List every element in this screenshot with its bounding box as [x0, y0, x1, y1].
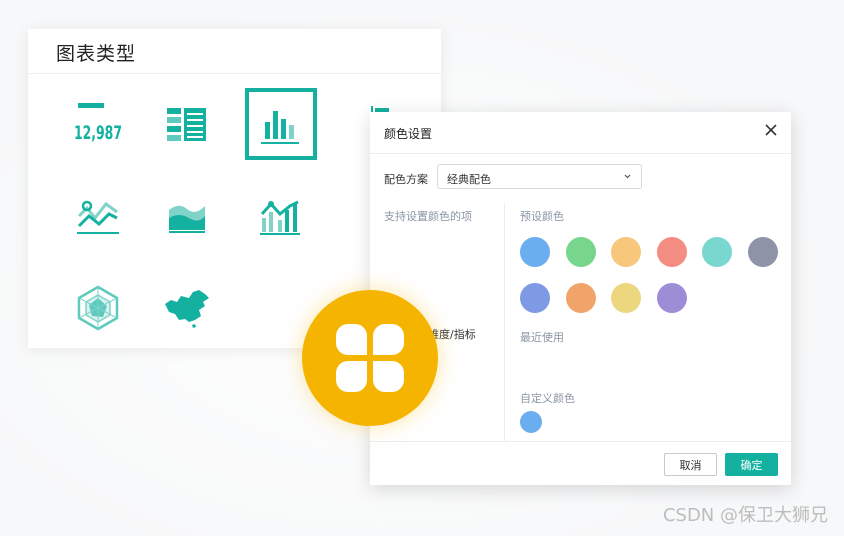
chart-type-bar[interactable]: [245, 88, 317, 160]
chart-type-map[interactable]: [152, 273, 222, 343]
color-swatch[interactable]: [565, 283, 596, 313]
color-items-title: 支持设置颜色的项: [384, 210, 472, 223]
divider: [28, 73, 441, 74]
chart-type-area[interactable]: [152, 181, 222, 251]
color-swatch[interactable]: [702, 237, 732, 267]
area-chart-icon: [169, 205, 205, 233]
cancel-button[interactable]: 取消: [664, 453, 717, 476]
color-swatch[interactable]: [520, 283, 550, 313]
combo-chart-icon: [260, 200, 300, 235]
custom-color-swatch[interactable]: [520, 411, 542, 433]
color-swatch[interactable]: [611, 283, 641, 313]
bar-chart-icon: [261, 111, 299, 144]
recent-colors-title: 最近使用: [520, 331, 564, 344]
ok-button[interactable]: 确定: [725, 453, 778, 476]
kpi-value: 12,987: [74, 122, 122, 144]
scheme-value: 经典配色: [447, 173, 491, 186]
color-swatch[interactable]: [656, 283, 687, 313]
color-swatch[interactable]: [747, 237, 778, 267]
close-icon[interactable]: [763, 122, 779, 138]
chevron-down-icon: [624, 174, 631, 179]
chart-type-kpi[interactable]: 12,987: [63, 89, 133, 159]
color-swatch[interactable]: [656, 237, 687, 267]
column-divider: [504, 203, 505, 441]
color-settings-dialog: 颜色设置 配色方案 经典配色 支持设置颜色的项 维度/指标 预设颜色 最近使用 …: [370, 112, 791, 485]
line-chart-icon: [77, 200, 119, 234]
header-divider: [370, 153, 791, 154]
scheme-select[interactable]: 经典配色: [437, 164, 642, 189]
chart-type-table[interactable]: [152, 89, 222, 159]
clover-logo-icon: [336, 324, 404, 392]
panel-title: 图表类型: [56, 43, 137, 65]
kpi-icon: 12,987: [74, 103, 122, 144]
chart-type-line[interactable]: [63, 181, 133, 251]
color-swatch[interactable]: [520, 237, 550, 267]
radar-chart-icon: [77, 285, 119, 331]
preset-colors-title: 预设颜色: [520, 210, 564, 223]
footer-divider: [370, 441, 791, 442]
map-icon: [165, 290, 209, 328]
scheme-label: 配色方案: [384, 173, 428, 186]
color-swatch[interactable]: [611, 237, 641, 267]
chart-type-radar[interactable]: [63, 273, 133, 343]
app-badge: [302, 290, 438, 426]
watermark: CSDN @保卫大狮兄: [662, 505, 828, 526]
dialog-title: 颜色设置: [384, 127, 433, 141]
table-icon: [167, 108, 206, 141]
chart-type-combo[interactable]: [245, 181, 315, 251]
color-swatch[interactable]: [565, 237, 596, 267]
custom-colors-title: 自定义颜色: [520, 392, 575, 405]
